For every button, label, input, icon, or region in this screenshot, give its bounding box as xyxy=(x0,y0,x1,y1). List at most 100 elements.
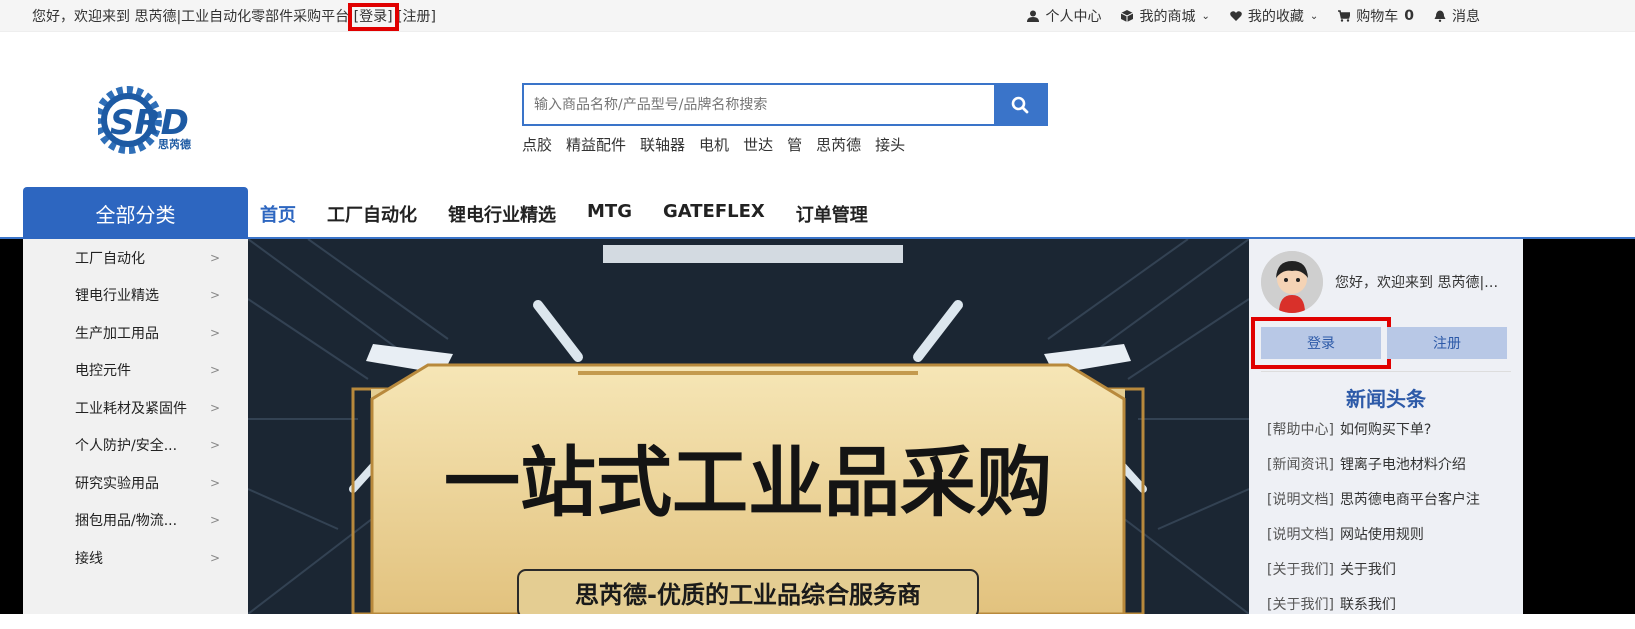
category-label: 电控元件 xyxy=(75,363,131,380)
search-input[interactable] xyxy=(524,85,994,124)
news-item[interactable]: [关于我们] 联系我们 xyxy=(1267,594,1517,629)
news-item[interactable]: [新闻资讯] 锂离子电池材料介绍 xyxy=(1267,454,1517,489)
hero-banner[interactable]: 一站式工业品采购 思芮德-优质的工业品综合服务商 xyxy=(248,239,1249,614)
banner-tagline: 思芮德-优质的工业品综合服务商 xyxy=(575,581,921,609)
news-tag: [说明文档] xyxy=(1267,527,1334,543)
top-register-link[interactable]: [注册] xyxy=(393,9,436,25)
category-item[interactable]: 研究实验用品 > xyxy=(23,464,248,502)
category-item[interactable]: 生产加工用品 > xyxy=(23,314,248,352)
user-icon xyxy=(1027,10,1040,22)
search-icon xyxy=(1011,96,1029,113)
user-side-panel: 您好，欢迎来到 思芮德|工业自动化零部件采购平台 登录 注册 新闻头条 [帮助中… xyxy=(1249,239,1523,614)
nav-item-mtg[interactable]: MTG xyxy=(587,201,632,227)
hotword-link[interactable]: 思芮德 xyxy=(816,134,861,155)
search-box xyxy=(522,83,1048,126)
personal-center-label: 个人中心 xyxy=(1045,9,1102,25)
right-margin xyxy=(1523,239,1635,614)
news-tag: [帮助中心] xyxy=(1267,422,1334,438)
category-item[interactable]: 锂电行业精选 > xyxy=(23,277,248,315)
divider xyxy=(1261,371,1511,372)
avatar xyxy=(1261,251,1323,313)
hotword-link[interactable]: 点胶 xyxy=(522,134,552,155)
category-label: 个人防护/安全... xyxy=(75,438,178,455)
bell-icon xyxy=(1434,10,1446,22)
category-list: 工厂自动化 > 锂电行业精选 > 生产加工用品 > 电控元件 > 工业耗材及紧固件 > 个… xyxy=(23,239,248,614)
nav-item-orders[interactable]: 订单管理 xyxy=(796,201,868,227)
nav-item-home[interactable]: 首页 xyxy=(260,201,296,243)
my-mall-menu[interactable]: 我的商城 ⌄ xyxy=(1121,6,1210,26)
top-login-link[interactable]: [登录] xyxy=(347,3,399,31)
news-item[interactable]: [说明文档] 网站使用规则 xyxy=(1267,524,1517,559)
banner-graphic: 一站式工业品采购 思芮德-优质的工业品综合服务商 xyxy=(248,239,1249,614)
category-item[interactable]: 个人防护/安全... > xyxy=(23,427,248,465)
nav-items: 首页 工厂自动化 锂电行业精选 MTG GATEFLEX 订单管理 xyxy=(260,201,899,243)
chevron-right-icon: > xyxy=(209,250,220,265)
hotword-link[interactable]: 世达 xyxy=(743,134,773,155)
news-text: 如何购买下单? xyxy=(1339,422,1432,438)
my-mall-label: 我的商城 xyxy=(1139,9,1196,25)
messages-label: 消息 xyxy=(1452,9,1480,25)
chevron-right-icon: > xyxy=(209,363,220,378)
search-button[interactable] xyxy=(994,85,1046,124)
chevron-right-icon: > xyxy=(209,513,220,528)
nav-item-gateflex[interactable]: GATEFLEX xyxy=(663,201,765,227)
category-item[interactable]: 工业耗材及紧固件 > xyxy=(23,389,248,427)
hotword-link[interactable]: 管 xyxy=(787,134,802,155)
cart-icon xyxy=(1338,10,1351,22)
news-item[interactable]: [关于我们] 关于我们 xyxy=(1267,559,1517,594)
news-text: 思芮德电商平台客户注 xyxy=(1339,492,1480,508)
news-text: 关于我们 xyxy=(1339,562,1396,578)
welcome-text: 您好，欢迎来到 思芮德|工业自动化零部件采购平台 [登录] [注册] xyxy=(32,3,436,31)
category-item[interactable]: 接线 > xyxy=(23,539,248,577)
news-tag: [关于我们] xyxy=(1267,562,1334,578)
logo-text: SRD xyxy=(110,103,189,143)
news-item[interactable]: [帮助中心] 如何购买下单? xyxy=(1267,419,1517,454)
category-item[interactable]: 工厂自动化 > xyxy=(23,239,248,277)
hotword-link[interactable]: 精益配件 xyxy=(566,134,626,155)
heart-icon xyxy=(1230,11,1242,21)
top-bar: 您好，欢迎来到 思芮德|工业自动化零部件采购平台 [登录] [注册] 个人中心 … xyxy=(0,0,1635,32)
personal-center-link[interactable]: 个人中心 xyxy=(1027,6,1101,26)
logo-subtitle: 思芮德 xyxy=(158,137,191,151)
category-item[interactable]: 捆包用品/物流... > xyxy=(23,502,248,540)
news-text: 网站使用规则 xyxy=(1339,527,1424,543)
my-favorites-label: 我的收藏 xyxy=(1247,9,1304,25)
category-label: 捆包用品/物流... xyxy=(75,513,178,530)
my-favorites-menu[interactable]: 我的收藏 ⌄ xyxy=(1230,6,1318,26)
chevron-right-icon: > xyxy=(209,325,220,340)
category-label: 生产加工用品 xyxy=(75,325,159,342)
news-tag: [关于我们] xyxy=(1267,597,1334,613)
hot-search-words: 点胶 精益配件 联轴器 电机 世达 管 思芮德 接头 xyxy=(522,134,905,155)
user-avatar-icon xyxy=(1261,251,1323,313)
nav-item-lithium[interactable]: 锂电行业精选 xyxy=(448,201,556,227)
messages-link[interactable]: 消息 xyxy=(1434,6,1480,26)
hotword-link[interactable]: 接头 xyxy=(875,134,905,155)
category-label: 工业耗材及紧固件 xyxy=(75,400,187,417)
chevron-right-icon: > xyxy=(209,475,220,490)
hotword-link[interactable]: 联轴器 xyxy=(640,134,685,155)
main-nav: 全部分类 首页 工厂自动化 锂电行业精选 MTG GATEFLEX 订单管理 xyxy=(0,187,1635,243)
chevron-right-icon: > xyxy=(209,400,220,415)
news-item[interactable]: [说明文档] 思芮德电商平台客户注 xyxy=(1267,489,1517,524)
chevron-right-icon: > xyxy=(209,288,220,303)
category-label: 接线 xyxy=(75,550,103,567)
news-text: 联系我们 xyxy=(1339,597,1396,613)
nav-item-factory-automation[interactable]: 工厂自动化 xyxy=(327,201,417,227)
side-welcome-text: 您好，欢迎来到 思芮德|工业自动化零部件采购平台 xyxy=(1335,275,1511,291)
cart-link[interactable]: 购物车 0 xyxy=(1338,6,1414,26)
all-categories-button[interactable]: 全部分类 xyxy=(23,187,248,239)
news-tag: [说明文档] xyxy=(1267,492,1334,508)
category-item[interactable]: 电控元件 > xyxy=(23,352,248,390)
welcome-prefix: 您好，欢迎来到 思芮德|工业自动化零部件采购平台 xyxy=(32,9,354,25)
site-logo[interactable]: SRD 思芮德 xyxy=(94,82,208,158)
side-login-button[interactable]: 登录 xyxy=(1251,317,1391,369)
news-list: [帮助中心] 如何购买下单? [新闻资讯] 锂离子电池材料介绍 [说明文档] 思芮德电… xyxy=(1267,419,1517,629)
side-register-button[interactable]: 注册 xyxy=(1387,327,1507,359)
news-tag: [新闻资讯] xyxy=(1267,457,1334,473)
chevron-down-icon: ⌄ xyxy=(1201,10,1210,22)
chevron-right-icon: > xyxy=(209,438,220,453)
cube-icon xyxy=(1121,10,1134,22)
main-area: 工厂自动化 > 锂电行业精选 > 生产加工用品 > 电控元件 > 工业耗材及紧固件 > 个… xyxy=(0,239,1635,614)
category-label: 工厂自动化 xyxy=(75,250,145,267)
hotword-link[interactable]: 电机 xyxy=(699,134,729,155)
